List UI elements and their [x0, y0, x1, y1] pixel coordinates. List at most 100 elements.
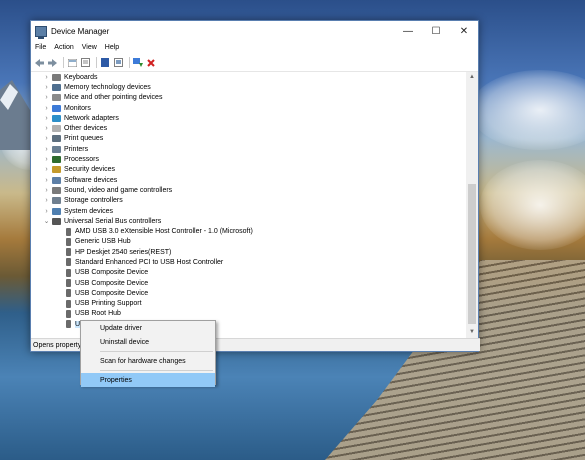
system-icon: [52, 207, 61, 215]
tree-category[interactable]: › Other devices: [31, 123, 466, 133]
usb-device-item[interactable]: USB Composite Device: [31, 288, 466, 298]
tree-category[interactable]: › System devices: [31, 206, 466, 216]
toolbar-separator: [129, 57, 130, 68]
tree-category-label: System devices: [64, 207, 114, 215]
context-menu-separator: [100, 351, 213, 352]
chevron-right-icon[interactable]: ›: [43, 156, 50, 163]
usb-device-item[interactable]: AMD USB 3.0 eXtensible Host Controller -…: [31, 226, 466, 236]
usb-device-icon: [66, 237, 71, 246]
tree-category-label: Print queues: [64, 135, 104, 143]
tree-category[interactable]: › Security devices: [31, 165, 466, 175]
close-button[interactable]: ✕: [450, 21, 478, 41]
tree-category[interactable]: › Software devices: [31, 175, 466, 185]
usb-device-label: AMD USB 3.0 eXtensible Host Controller -…: [75, 228, 253, 236]
usb-device-label: USB Printing Support: [75, 300, 142, 308]
chevron-right-icon[interactable]: ›: [43, 105, 50, 112]
chevron-right-icon[interactable]: ›: [43, 74, 50, 81]
menu-file[interactable]: File: [35, 44, 46, 51]
printer-icon: [52, 145, 61, 153]
tree-category[interactable]: › Sound, video and game controllers: [31, 185, 466, 195]
usb-device-item[interactable]: USB Printing Support: [31, 299, 466, 309]
tree-category-label: Processors: [64, 156, 100, 164]
tree-category-label: Monitors: [64, 104, 91, 112]
chevron-right-icon[interactable]: ›: [43, 197, 50, 204]
chevron-right-icon[interactable]: ›: [43, 84, 50, 91]
tree-category-label: Mice and other pointing devices: [64, 94, 163, 102]
usb-device-item[interactable]: USB Composite Device: [31, 268, 466, 278]
usb-device-icon: [66, 227, 71, 236]
tree-category[interactable]: › Memory technology devices: [31, 82, 466, 92]
tree-category-label: Network adapters: [64, 114, 119, 122]
keyboard-icon: [52, 73, 61, 81]
view-icon[interactable]: [113, 58, 123, 68]
usb-device-label: USB Root Hub: [75, 310, 121, 318]
security-icon: [52, 166, 61, 174]
usb-device-icon: [66, 320, 71, 329]
usb-device-label: USB Composite Device: [75, 269, 149, 277]
storage-icon: [52, 197, 61, 205]
tree-category-label: Security devices: [64, 166, 115, 174]
uninstall-icon[interactable]: [146, 58, 156, 68]
usb-device-icon: [66, 289, 71, 298]
tree-category[interactable]: › Storage controllers: [31, 196, 466, 206]
menu-action[interactable]: Action: [54, 44, 73, 51]
context-menu-separator: [100, 370, 213, 371]
tree-category[interactable]: › Printers: [31, 144, 466, 154]
tree-category[interactable]: › Monitors: [31, 103, 466, 113]
usb-icon: [52, 217, 61, 225]
chevron-right-icon[interactable]: ›: [43, 177, 50, 184]
context-menu: Update driver Uninstall device Scan for …: [80, 320, 216, 387]
title-bar[interactable]: Device Manager — ☐ ✕: [31, 21, 478, 41]
tree-category[interactable]: › Print queues: [31, 134, 466, 144]
menu-help[interactable]: Help: [105, 44, 119, 51]
menu-view[interactable]: View: [82, 44, 97, 51]
context-menu-uninstall-device[interactable]: Uninstall device: [81, 335, 215, 349]
vertical-scrollbar[interactable]: ▲ ▼: [466, 72, 478, 338]
chevron-right-icon[interactable]: ›: [43, 115, 50, 122]
scroll-thumb[interactable]: [468, 184, 476, 324]
tree-category[interactable]: ⌄ Universal Serial Bus controllers: [31, 216, 466, 226]
chevron-right-icon[interactable]: ›: [43, 187, 50, 194]
usb-device-label: Generic USB Hub: [75, 238, 131, 246]
tree-category[interactable]: › Mice and other pointing devices: [31, 93, 466, 103]
help-icon[interactable]: [100, 58, 110, 68]
mountain: [0, 80, 30, 150]
scroll-down-arrow-icon[interactable]: ▼: [466, 327, 478, 338]
software-icon: [52, 176, 61, 184]
usb-device-item[interactable]: Standard Enhanced PCI to USB Host Contro…: [31, 257, 466, 267]
tree-category[interactable]: › Keyboards: [31, 72, 466, 82]
context-menu-scan-hardware[interactable]: Scan for hardware changes: [81, 354, 215, 368]
chevron-right-icon[interactable]: ›: [43, 166, 50, 173]
usb-device-item[interactable]: HP Deskjet 2540 series(REST): [31, 247, 466, 257]
tree-category[interactable]: › Network adapters: [31, 113, 466, 123]
usb-device-item[interactable]: USB Composite Device: [31, 278, 466, 288]
tree-category-label: Printers: [64, 145, 89, 153]
tree-category[interactable]: › Processors: [31, 154, 466, 164]
chevron-down-icon[interactable]: ⌄: [43, 217, 50, 225]
context-menu-properties[interactable]: Properties: [81, 373, 215, 387]
properties-icon[interactable]: [80, 58, 90, 68]
usb-device-label: HP Deskjet 2540 series(REST): [75, 248, 172, 256]
back-icon[interactable]: [34, 58, 44, 68]
network-icon: [52, 114, 61, 122]
cloud: [480, 160, 585, 250]
usb-device-item[interactable]: USB Root Hub: [31, 309, 466, 319]
device-tree: › Keyboards › Memory technology devices › Mic…: [31, 72, 466, 338]
tree-category-label: Universal Serial Bus controllers: [64, 217, 162, 225]
chevron-right-icon[interactable]: ›: [43, 135, 50, 142]
device-manager-window: Device Manager — ☐ ✕ File Action View He…: [30, 20, 480, 352]
context-menu-update-driver[interactable]: Update driver: [81, 321, 215, 335]
maximize-button[interactable]: ☐: [422, 21, 450, 41]
scroll-up-arrow-icon[interactable]: ▲: [466, 72, 478, 83]
minimize-button[interactable]: —: [394, 21, 422, 41]
chevron-right-icon[interactable]: ›: [43, 94, 50, 101]
chevron-right-icon[interactable]: ›: [43, 125, 50, 132]
cloud: [470, 70, 585, 150]
update-driver-icon[interactable]: [133, 58, 143, 68]
show-hide-icon[interactable]: [67, 58, 77, 68]
usb-device-label: USB Composite Device: [75, 289, 149, 297]
chevron-right-icon[interactable]: ›: [43, 146, 50, 153]
forward-icon[interactable]: [47, 58, 57, 68]
chevron-right-icon[interactable]: ›: [43, 208, 50, 215]
usb-device-item[interactable]: Generic USB Hub: [31, 237, 466, 247]
